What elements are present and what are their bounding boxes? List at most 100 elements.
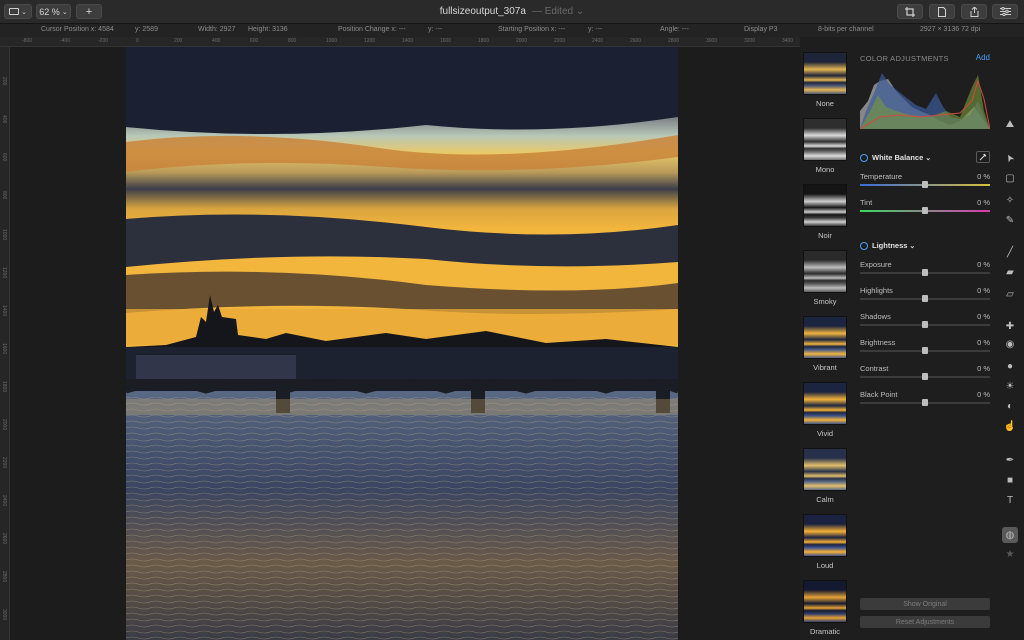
slider-label: Black Point (860, 390, 898, 399)
ruler-tick: 1800 (1, 381, 7, 393)
smudge-icon[interactable]: ☝ (1003, 419, 1017, 433)
preset-thumbnail (803, 448, 847, 491)
ruler-tick: -400 (60, 38, 71, 44)
arrow-icon[interactable]: ➤ (1000, 148, 1019, 167)
lightness-title: Lightness (872, 241, 908, 250)
slider-temperature[interactable]: Temperature 0 % (860, 172, 990, 196)
paint-icon[interactable]: ⛰ (1003, 117, 1017, 131)
slider-black-point[interactable]: Black Point 0 % (860, 390, 990, 414)
magic-wand-icon[interactable]: ✧ (1003, 193, 1017, 207)
edited-status: — Edited ⌄ (531, 6, 585, 17)
white-balance-title: White Balance (872, 153, 924, 162)
preset-calm[interactable]: Calm (800, 448, 850, 504)
white-balance-section[interactable]: White Balance ⌄ (860, 153, 990, 162)
preset-loud[interactable]: Loud (800, 514, 850, 570)
zoom-label: 62 % (39, 6, 60, 17)
preset-label: Vibrant (813, 363, 837, 372)
preset-vibrant[interactable]: Vibrant (800, 316, 850, 372)
chevron-down-icon: ⌄ (21, 8, 27, 16)
share-button[interactable] (961, 4, 987, 19)
slider-label: Brightness (860, 338, 896, 347)
preset-thumbnail (803, 118, 847, 161)
document-button[interactable] (929, 4, 955, 19)
pen-icon[interactable]: ✎ (1003, 213, 1017, 227)
angle: Angle: --- (660, 26, 689, 33)
bucket-icon[interactable]: ▰ (1003, 265, 1017, 279)
select-rect-icon[interactable]: ▢ (1003, 171, 1017, 185)
ruler-tick: 200 (1, 77, 7, 86)
ruler-tick: 1200 (364, 38, 376, 44)
eyedropper-button[interactable] (976, 151, 990, 163)
star-icon[interactable]: ★ (1003, 547, 1017, 561)
lightness-section[interactable]: Lightness ⌄ (860, 241, 990, 250)
slider-value: 0 % (977, 172, 990, 181)
ruler-tick: 1400 (1, 305, 7, 317)
ruler-tick: 600 (250, 38, 259, 44)
preset-mono[interactable]: Mono (800, 118, 850, 174)
slider-brightness[interactable]: Brightness 0 % (860, 338, 990, 362)
blur-icon[interactable]: ● (1003, 359, 1017, 373)
preset-thumbnail (803, 184, 847, 227)
slider-knob[interactable] (922, 399, 928, 406)
ruler-tick: 2400 (592, 38, 604, 44)
add-layer-button[interactable]: + (76, 4, 102, 19)
sun-icon[interactable]: ☀ (1003, 379, 1017, 393)
slider-knob[interactable] (922, 181, 928, 188)
ruler-tick: 3400 (782, 38, 794, 44)
preset-noir[interactable]: Noir (800, 184, 850, 240)
toggle-circle-icon[interactable] (860, 241, 868, 250)
slider-label: Exposure (860, 260, 892, 269)
ruler-tick: 1000 (1, 229, 7, 241)
add-adjustment-button[interactable]: Add (976, 53, 990, 62)
slider-exposure[interactable]: Exposure 0 % (860, 260, 990, 284)
slider-label: Contrast (860, 364, 889, 373)
ruler-tick: 1800 (478, 38, 490, 44)
panel-heading: COLOR ADJUSTMENTS (860, 54, 949, 63)
slider-highlights[interactable]: Highlights 0 % (860, 286, 990, 310)
clone-icon[interactable]: ◉ (1003, 337, 1017, 351)
toggle-circle-icon[interactable] (860, 153, 868, 162)
bandage-icon[interactable]: ✚ (1003, 319, 1017, 333)
text-icon[interactable]: T (1003, 493, 1017, 507)
position-change-x: Position Change x: --- (338, 26, 406, 33)
ruler-tick: 1200 (1, 267, 7, 279)
preset-thumbnail (803, 52, 847, 95)
preset-vivid[interactable]: Vivid (800, 382, 850, 438)
slider-value: 0 % (977, 364, 990, 373)
preset-label: Mono (815, 165, 835, 174)
slider-knob[interactable] (922, 347, 928, 354)
burn-icon[interactable]: ◐ (1003, 399, 1017, 413)
slider-knob[interactable] (922, 321, 928, 328)
eraser-icon[interactable]: ▱ (1003, 287, 1017, 301)
sliders-icon (999, 7, 1011, 16)
slider-knob[interactable] (922, 207, 928, 214)
crop-button[interactable] (897, 4, 923, 19)
eyedropper-icon (979, 153, 987, 161)
zoom-button[interactable]: 62 % ⌄ (36, 4, 71, 19)
ruler-tick: 2600 (630, 38, 642, 44)
preset-smoky[interactable]: Smoky (800, 250, 850, 306)
reset-adjustments-button[interactable]: Reset Adjustments (860, 616, 990, 628)
slider-tint[interactable]: Tint 0 % (860, 198, 990, 222)
brush-icon[interactable]: ╱ (1003, 245, 1017, 259)
photo-canvas[interactable] (125, 47, 679, 640)
preset-list: None Mono Noir Smoky Vibrant Vivid Calm Loud Dra… (800, 47, 850, 640)
slider-knob[interactable] (922, 373, 928, 380)
slider-contrast[interactable]: Contrast 0 % (860, 364, 990, 388)
preset-label: Smoky (813, 297, 837, 306)
slider-knob[interactable] (922, 269, 928, 276)
slider-knob[interactable] (922, 295, 928, 302)
preset-none[interactable]: None (800, 52, 850, 108)
ruler-tick: 2400 (1, 495, 7, 507)
slider-shadows[interactable]: Shadows 0 % (860, 312, 990, 336)
shape-icon[interactable]: ■ (1003, 473, 1017, 487)
preset-dramatic[interactable]: Dramatic (800, 580, 850, 636)
ruler-tick: 2800 (668, 38, 680, 44)
adjustments-button[interactable] (992, 4, 1018, 19)
document-name: fullsizeoutput_307a (439, 6, 526, 17)
view-mode-button[interactable]: ⌄ (4, 4, 32, 19)
ruler-tick: 2200 (1, 457, 7, 469)
show-original-button[interactable]: Show Original (860, 598, 990, 610)
color-adjust-icon[interactable]: ◍ (1002, 527, 1018, 543)
vector-pen-icon[interactable]: ✒ (1003, 453, 1017, 467)
